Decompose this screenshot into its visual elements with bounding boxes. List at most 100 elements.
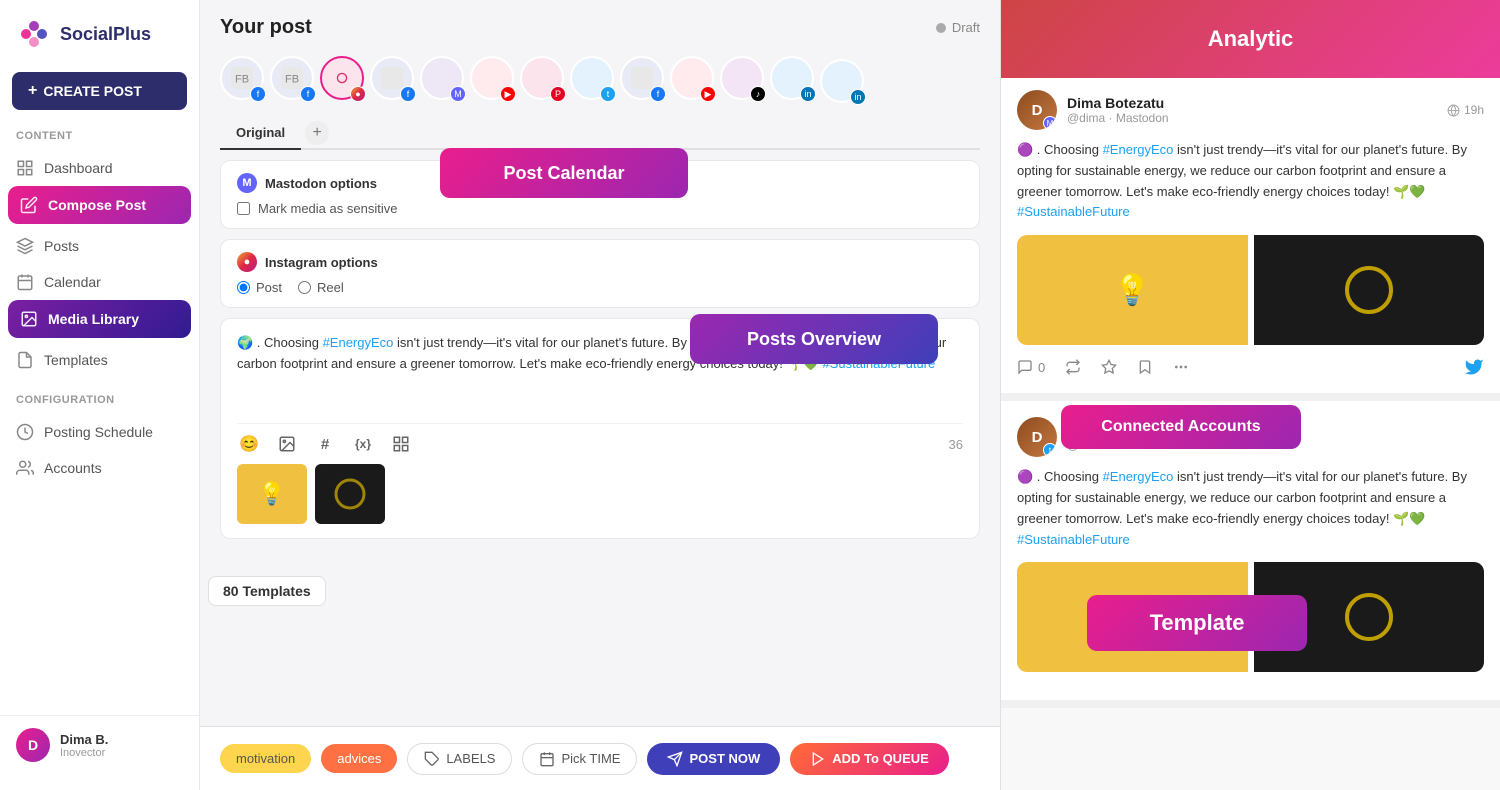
- labels-button[interactable]: LABELS: [407, 743, 512, 775]
- pinterest-badge: P: [550, 86, 566, 102]
- instagram-options-section: ● Instagram options Post Reel: [220, 239, 980, 308]
- sidebar-item-posts[interactable]: Posts: [0, 228, 199, 264]
- content-section-label: Content: [0, 130, 199, 150]
- draft-label: Draft: [952, 20, 980, 35]
- feed-action-retweet[interactable]: [1065, 359, 1081, 375]
- sidebar-item-templates[interactable]: Templates: [0, 342, 199, 378]
- post-text-content[interactable]: 🌍 . Choosing #EnergyEco isn't just trend…: [237, 333, 963, 413]
- file-icon: [16, 351, 34, 369]
- clock-pick-icon: [539, 751, 555, 767]
- add-tab-button[interactable]: +: [305, 121, 329, 145]
- fb-badge-3: f: [400, 86, 416, 102]
- user-initial: D: [28, 737, 38, 753]
- variable-button[interactable]: {x}: [351, 432, 375, 456]
- instagram-post-radio[interactable]: [237, 281, 250, 294]
- account-avatar-pinterest[interactable]: P: [520, 56, 564, 100]
- image-thumb-1[interactable]: 💡: [237, 464, 307, 524]
- sidebar: SocialPlus + CREATE POST Content Dashboa…: [0, 0, 200, 790]
- instagram-reel-radio[interactable]: [298, 281, 311, 294]
- mastodon-sensitive-label: Mark media as sensitive: [258, 201, 397, 216]
- feed-text-1: 🟣 . Choosing #EnergyEco isn't just trend…: [1017, 140, 1484, 223]
- pick-time-button[interactable]: Pick TIME: [522, 743, 637, 775]
- account-avatar-fb2[interactable]: FB f: [270, 56, 314, 100]
- layout-toolbar-icon: [392, 435, 410, 453]
- account-avatar-mastodon[interactable]: M: [420, 56, 464, 100]
- draft-badge: Draft: [936, 20, 980, 35]
- feed-platform-badge-1: M: [1043, 116, 1057, 130]
- sidebar-item-dashboard[interactable]: Dashboard: [0, 150, 199, 186]
- app-logo: SocialPlus: [0, 16, 199, 72]
- reply-icon: [1017, 359, 1033, 375]
- account-avatar-fb1[interactable]: FB f: [220, 56, 264, 100]
- instagram-post-option[interactable]: Post: [237, 280, 282, 295]
- account-avatar-fb3[interactable]: f: [370, 56, 414, 100]
- twitter-platform-icon: [1464, 357, 1484, 377]
- image-button[interactable]: [275, 432, 299, 456]
- compose-area: Your post Draft FB f FB f: [200, 0, 1000, 726]
- feed-avatar-1: D M: [1017, 90, 1057, 130]
- pick-time-label: Pick TIME: [561, 751, 620, 766]
- sidebar-item-compose[interactable]: Compose Post: [8, 186, 191, 224]
- mastodon-sensitive-checkbox[interactable]: [237, 202, 250, 215]
- star-icon: [1101, 359, 1117, 375]
- user-name: Dima B.: [60, 732, 108, 747]
- account-avatar-yt2[interactable]: ▶: [670, 56, 714, 100]
- add-to-queue-button[interactable]: ADD To QUEUE: [790, 743, 949, 775]
- char-count: 36: [949, 437, 963, 452]
- feed-user-handle-1: @dima · Mastodon: [1067, 111, 1169, 125]
- yt-badge: ▶: [500, 86, 516, 102]
- feed-action-star[interactable]: [1101, 359, 1117, 375]
- layout-button[interactable]: [389, 432, 413, 456]
- post-now-button[interactable]: POST NOW: [647, 743, 780, 775]
- instagram-reel-option[interactable]: Reel: [298, 280, 344, 295]
- account-avatar-li2[interactable]: in: [820, 59, 864, 103]
- sidebar-item-compose-label: Compose Post: [48, 197, 146, 213]
- account-avatar-yt[interactable]: ▶: [470, 56, 514, 100]
- sidebar-item-calendar-label: Calendar: [44, 274, 101, 290]
- motivation-tag[interactable]: motivation: [220, 744, 311, 773]
- user-company: Inovector: [60, 747, 108, 759]
- account-avatar-ig[interactable]: ●: [320, 56, 364, 100]
- account-avatar-tiktok[interactable]: ♪: [720, 56, 764, 100]
- account-avatar-twitter[interactable]: t: [570, 56, 614, 100]
- post-header: Your post Draft: [220, 16, 980, 39]
- account-avatar-li1[interactable]: in: [770, 56, 814, 100]
- fb-badge-1: f: [250, 86, 266, 102]
- retweet-icon: [1065, 359, 1081, 375]
- sidebar-item-calendar[interactable]: Calendar: [0, 264, 199, 300]
- users-icon: [16, 459, 34, 477]
- create-post-label: CREATE POST: [43, 83, 142, 99]
- emoji-button[interactable]: 😊: [237, 432, 261, 456]
- svg-text:FB: FB: [235, 74, 249, 86]
- feed-action-more[interactable]: [1173, 359, 1189, 375]
- feed-action-reply[interactable]: 0: [1017, 359, 1045, 375]
- account-avatar-fb4[interactable]: f: [620, 56, 664, 100]
- feed-action-bookmark[interactable]: [1137, 359, 1153, 375]
- li2-badge: in: [850, 89, 866, 105]
- calendar-icon: [16, 273, 34, 291]
- image-thumb-2[interactable]: [315, 464, 385, 524]
- sidebar-item-media[interactable]: Media Library: [8, 300, 191, 338]
- tab-original[interactable]: Original: [220, 117, 301, 150]
- templates-count-badge: 80 Templates: [208, 576, 326, 606]
- advices-tag[interactable]: advices: [321, 744, 397, 773]
- svg-text:FB: FB: [285, 74, 299, 86]
- sidebar-item-posts-label: Posts: [44, 238, 79, 254]
- hashtag-button[interactable]: #: [313, 432, 337, 456]
- layers-icon: [16, 237, 34, 255]
- feed-images-1: 💡: [1017, 235, 1484, 345]
- feed-user-1: D M Dima Botezatu @dima · Mastodon: [1017, 90, 1169, 130]
- grid-icon: [16, 159, 34, 177]
- sidebar-item-posting-schedule[interactable]: Posting Schedule: [0, 414, 199, 450]
- label-icon: [424, 751, 440, 767]
- create-post-button[interactable]: + CREATE POST: [12, 72, 187, 110]
- sidebar-item-accounts[interactable]: Accounts: [0, 450, 199, 486]
- add-queue-label: ADD To QUEUE: [832, 751, 929, 766]
- sidebar-item-media-label: Media Library: [48, 311, 139, 327]
- instagram-platform-icon: ●: [237, 252, 257, 272]
- sidebar-item-accounts-label: Accounts: [44, 460, 102, 476]
- post-toolbar-row: 😊 # {x} 36: [237, 423, 963, 456]
- ig-badge: ●: [350, 86, 366, 102]
- sidebar-item-posting-schedule-label: Posting Schedule: [44, 424, 153, 440]
- yt2-badge: ▶: [700, 86, 716, 102]
